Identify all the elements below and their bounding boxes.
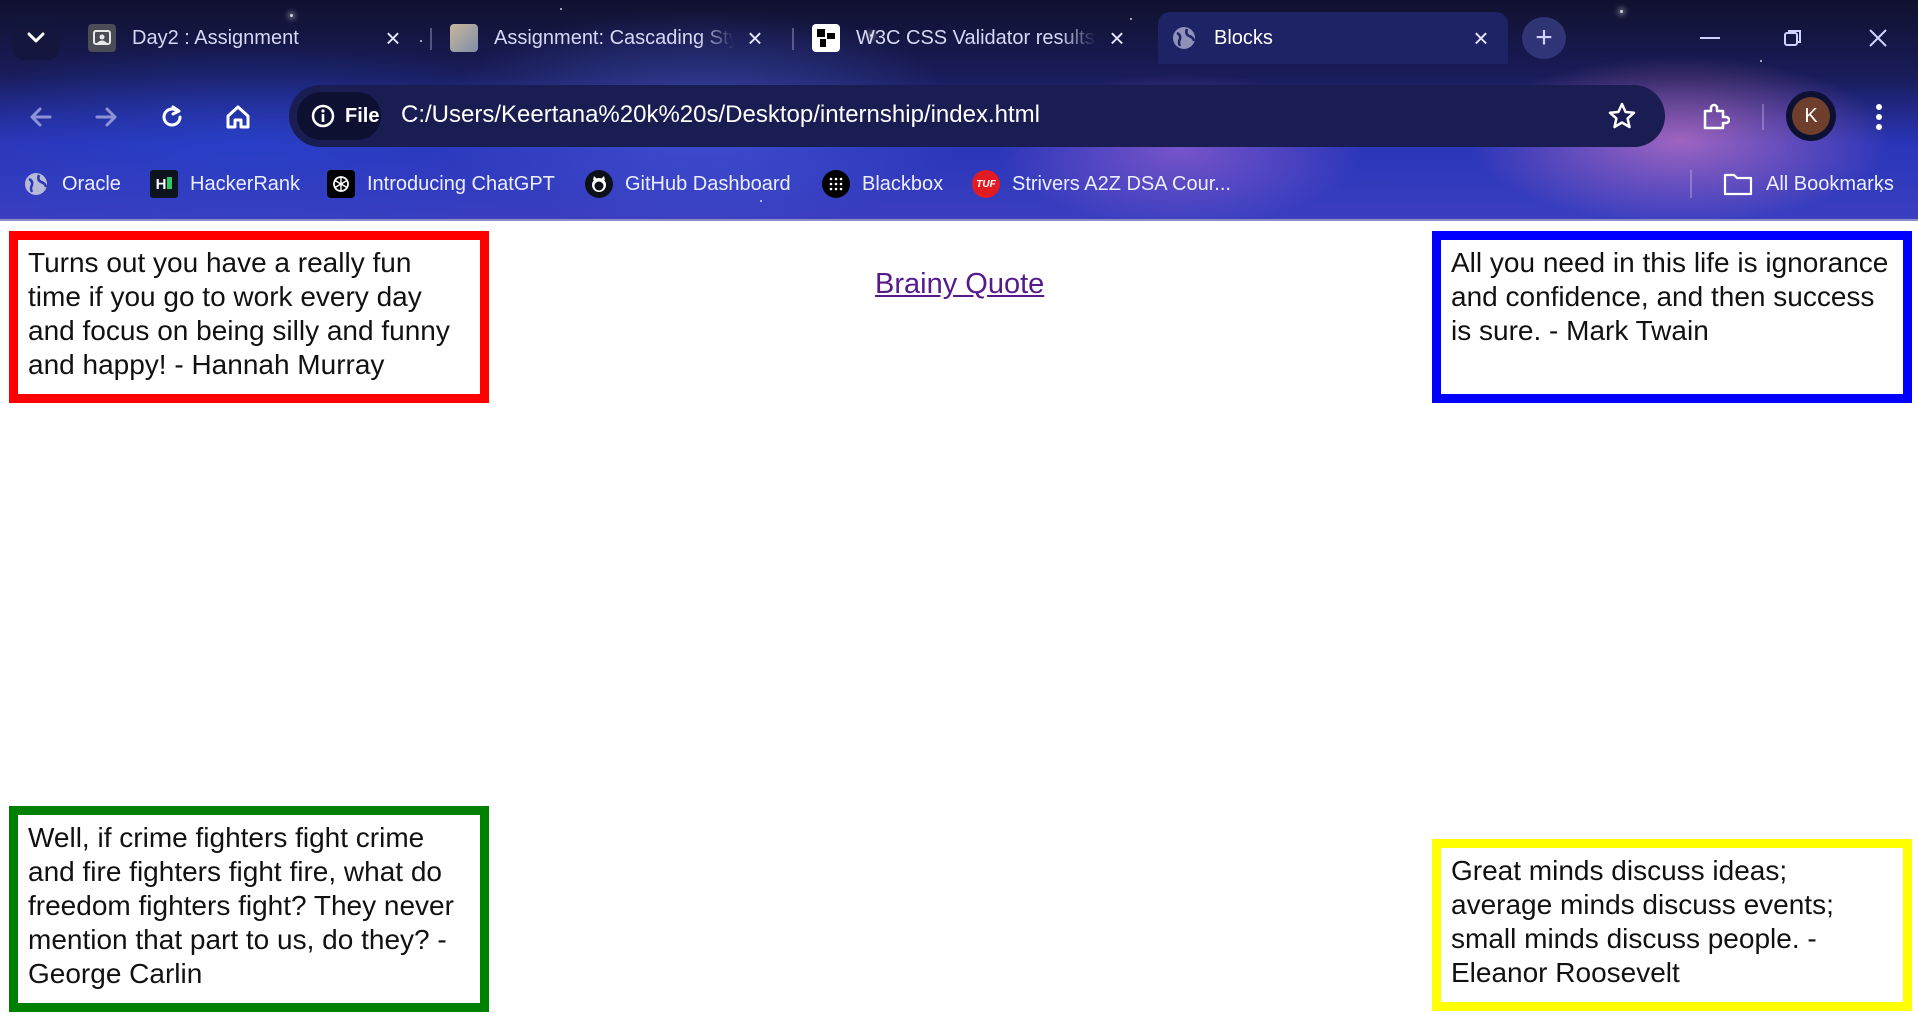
puzzle-piece-icon xyxy=(1703,103,1730,130)
tab-blocks[interactable]: Blocks × xyxy=(1158,12,1508,64)
brainy-quote-link[interactable]: Brainy Quote xyxy=(875,268,1044,301)
minimize-icon xyxy=(1700,37,1720,39)
new-tab-button[interactable]: + xyxy=(1522,17,1566,59)
bookmark-github[interactable]: GitHub Dashboard xyxy=(585,166,791,202)
close-icon[interactable]: × xyxy=(380,25,406,51)
restore-button[interactable] xyxy=(1763,18,1823,58)
all-bookmarks-button[interactable]: All Bookmarks xyxy=(1722,166,1894,202)
blackbox-icon xyxy=(822,170,850,198)
extensions-button[interactable] xyxy=(1692,94,1738,140)
bookmarks-separator xyxy=(1690,170,1692,198)
w3c-icon xyxy=(812,24,840,52)
tab-separator xyxy=(792,28,794,50)
url-text[interactable]: C:/Users/Keertana%20k%20s/Desktop/intern… xyxy=(401,101,1040,129)
bookmark-strivers[interactable]: TUF Strivers A2Z DSA Cour... xyxy=(972,166,1231,202)
reload-icon xyxy=(162,105,182,127)
bookmark-label: Blackbox xyxy=(862,172,944,195)
arrow-left-icon xyxy=(30,107,52,127)
bookmark-chatgpt[interactable]: Introducing ChatGPT xyxy=(327,166,555,202)
minimize-button[interactable] xyxy=(1680,18,1740,58)
star-decoration xyxy=(560,8,562,10)
tab-separator xyxy=(430,28,432,50)
bookmark-oracle[interactable]: Oracle xyxy=(22,166,121,202)
folder-icon xyxy=(1722,170,1754,198)
star-decoration xyxy=(1760,60,1762,62)
tab-title: Assignment: Cascading Style Sheets xyxy=(494,26,734,49)
profile-avatar[interactable]: K xyxy=(1786,91,1836,141)
site-chip-label: File xyxy=(345,104,380,127)
quote-block-bottom-right: Great minds discuss ideas; average minds… xyxy=(1432,839,1912,1011)
forward-button[interactable] xyxy=(83,94,129,140)
plus-icon: + xyxy=(1535,21,1553,54)
tab-title: Blocks xyxy=(1214,26,1273,49)
star-decoration xyxy=(1620,10,1623,13)
home-button[interactable] xyxy=(215,94,261,140)
profile-initial: K xyxy=(1792,97,1830,135)
reload-button[interactable] xyxy=(149,94,195,140)
site-info-chip[interactable]: File xyxy=(297,92,381,140)
bookmark-star-icon[interactable] xyxy=(1607,101,1637,136)
bookmark-label: Oracle xyxy=(62,172,121,195)
tab-w3c-validator[interactable]: W3C CSS Validator results for × xyxy=(800,12,1144,64)
chevron-down-icon xyxy=(27,32,45,43)
close-icon[interactable]: × xyxy=(742,25,768,51)
bookmark-hackerrank[interactable]: H HackerRank xyxy=(150,166,300,202)
openai-icon xyxy=(327,170,355,198)
tab-title: Day2 : Assignment xyxy=(132,26,299,49)
info-icon xyxy=(311,104,335,128)
hackerrank-icon: H xyxy=(150,170,178,198)
tab-assignment-css[interactable]: Assignment: Cascading Style Sheets × xyxy=(438,12,782,64)
bookmark-blackbox[interactable]: Blackbox xyxy=(822,166,943,202)
back-button[interactable] xyxy=(18,94,64,140)
avatar-image-icon xyxy=(450,24,478,52)
star-decoration xyxy=(420,40,422,42)
bookmark-label: Introducing ChatGPT xyxy=(367,172,555,195)
close-icon xyxy=(1869,29,1887,47)
bookmark-label: HackerRank xyxy=(190,172,301,195)
tab-search-button[interactable] xyxy=(12,16,60,60)
bookmark-label: GitHub Dashboard xyxy=(625,172,791,195)
quote-text: Great minds discuss ideas; average minds… xyxy=(1451,855,1834,988)
quote-text: Turns out you have a really fun time if … xyxy=(28,247,450,380)
close-window-button[interactable] xyxy=(1848,18,1908,58)
tuf-icon: TUF xyxy=(972,170,1000,198)
github-icon xyxy=(585,170,613,198)
quote-block-top-left: Turns out you have a really fun time if … xyxy=(9,231,489,403)
close-icon[interactable]: × xyxy=(1468,25,1494,51)
tab-title: W3C CSS Validator results for xyxy=(856,26,1096,49)
close-icon[interactable]: × xyxy=(1104,25,1130,51)
quote-text: Well, if crime fighters fight crime and … xyxy=(28,822,454,989)
kebab-menu-icon xyxy=(1876,104,1882,130)
tab-day2-assignment[interactable]: Day2 : Assignment × xyxy=(76,12,420,64)
page-content: Turns out you have a really fun time if … xyxy=(0,221,1918,1017)
globe-icon xyxy=(22,170,50,198)
restore-icon xyxy=(1784,30,1801,46)
quote-text: All you need in this life is ignorance a… xyxy=(1451,247,1889,346)
quote-block-top-right: All you need in this life is ignorance a… xyxy=(1432,231,1912,403)
quote-block-bottom-left: Well, if crime fighters fight crime and … xyxy=(9,806,489,1012)
google-classroom-icon xyxy=(88,24,116,52)
arrow-right-icon xyxy=(95,107,117,127)
all-bookmarks-label: All Bookmarks xyxy=(1766,172,1894,195)
home-icon xyxy=(226,105,250,129)
menu-button[interactable] xyxy=(1856,94,1902,140)
toolbar-separator xyxy=(1762,104,1764,130)
globe-icon xyxy=(1170,24,1198,52)
bookmark-label: Strivers A2Z DSA Cour... xyxy=(1012,172,1231,195)
browser-chrome: Day2 : Assignment × Assignment: Cascadin… xyxy=(0,0,1918,221)
address-bar[interactable]: File C:/Users/Keertana%20k%20s/Desktop/i… xyxy=(289,85,1665,147)
